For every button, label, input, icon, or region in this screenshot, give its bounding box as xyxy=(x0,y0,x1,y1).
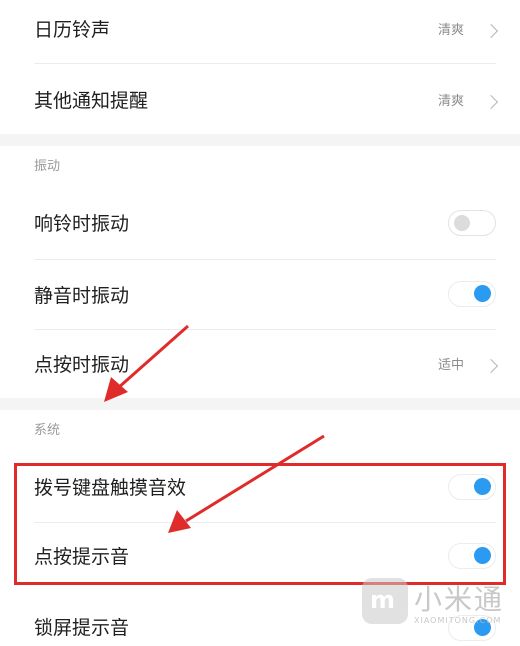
arrow-icon xyxy=(168,434,325,533)
watermark: m 小米通 XIAOMITONG.COM xyxy=(360,574,520,634)
arrow-icon xyxy=(104,324,189,402)
watermark-logo-text: m xyxy=(370,586,396,614)
annotation-arrows xyxy=(104,324,325,533)
watermark-name: 小米通 xyxy=(414,583,505,616)
watermark-logo: m xyxy=(362,578,408,624)
watermark-url: XIAOMITONG.COM xyxy=(414,616,502,625)
